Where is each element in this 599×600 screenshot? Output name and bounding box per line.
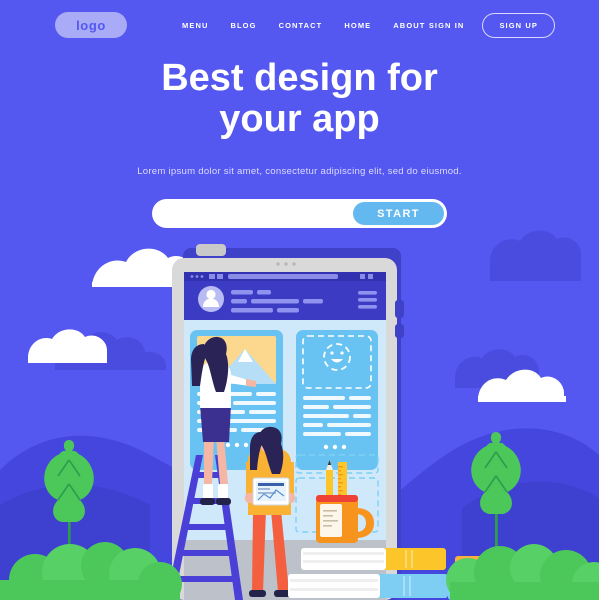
nav-item-menu[interactable]: MENU xyxy=(182,21,208,30)
navbar: logo MENU BLOG CONTACT HOME ABOUT SIGN I… xyxy=(0,0,599,50)
pagination-dot xyxy=(332,444,338,450)
phone-button-upper xyxy=(395,300,404,318)
browser-tab-icon xyxy=(209,274,215,279)
hero-section: Best design for your app Lorem ipsum dol… xyxy=(0,58,599,228)
landing-page: logo MENU BLOG CONTACT HOME ABOUT SIGN I… xyxy=(0,0,599,600)
browser-dot xyxy=(200,275,204,278)
header-text-line xyxy=(231,290,253,295)
phone-speaker-dot xyxy=(276,262,280,266)
bushes-right xyxy=(446,544,599,600)
pagination-dot xyxy=(234,442,240,448)
phone-notch-tab xyxy=(196,244,226,256)
card-text-line xyxy=(349,396,371,400)
card-text-line xyxy=(303,405,329,409)
card-text-line xyxy=(303,423,323,427)
pagination-dot xyxy=(225,442,231,448)
header-text-line xyxy=(303,299,323,304)
nav-item-about[interactable]: ABOUT xyxy=(393,21,425,30)
browser-control-icon xyxy=(360,274,365,279)
sign-in-link[interactable]: SIGN IN xyxy=(429,21,465,30)
nav-links: MENU BLOG CONTACT HOME ABOUT xyxy=(182,21,425,30)
start-button[interactable]: START xyxy=(353,202,444,225)
card-text-line xyxy=(303,414,349,418)
laptop xyxy=(252,477,290,506)
card-text-line xyxy=(303,396,345,400)
phone-button-lower xyxy=(395,324,404,338)
card-text-line xyxy=(353,414,371,418)
nav-item-home[interactable]: HOME xyxy=(344,21,371,30)
header-text-line xyxy=(277,308,299,313)
avatar-head xyxy=(206,289,216,300)
header-text-line xyxy=(231,308,273,313)
card-text-line xyxy=(345,432,371,436)
nav-item-contact[interactable]: CONTACT xyxy=(279,21,323,30)
card-text-line xyxy=(256,392,276,396)
nav-item-blog[interactable]: BLOG xyxy=(230,21,256,30)
hero-title-line-1: Best design for xyxy=(161,57,438,99)
hero-search-bar: START xyxy=(152,199,447,228)
header-text-line xyxy=(231,299,247,304)
page-title: Best design for your app xyxy=(0,58,599,140)
card-text-line xyxy=(233,401,276,405)
pagination-dot xyxy=(323,444,329,450)
card-text-line xyxy=(303,432,341,436)
phone-speaker-dot xyxy=(292,262,296,266)
browser-tab-icon xyxy=(217,274,223,279)
phone-speaker-dot xyxy=(284,262,288,266)
hero-title-line-2: your app xyxy=(219,98,380,140)
browser-dot xyxy=(190,275,194,278)
menu-line xyxy=(358,305,377,309)
menu-line xyxy=(358,291,377,295)
pagination-dot xyxy=(341,444,347,450)
hero-subtitle: Lorem ipsum dolor sit amet, consectetur … xyxy=(137,166,462,177)
browser-dot xyxy=(195,275,199,278)
menu-line xyxy=(358,298,377,302)
smiley-eye xyxy=(340,351,344,355)
mug-rim xyxy=(316,495,358,502)
bushes-left xyxy=(0,542,182,600)
card-text-line xyxy=(333,405,371,409)
header-text-line xyxy=(257,290,271,295)
pagination-dot xyxy=(243,442,249,448)
sign-up-button[interactable]: SIGN UP xyxy=(482,12,555,38)
nav-auth-group: SIGN IN SIGN UP xyxy=(429,12,555,38)
card-text-line xyxy=(227,419,276,423)
smiley-eye xyxy=(330,351,334,355)
logo[interactable]: logo xyxy=(55,12,127,38)
browser-control-icon xyxy=(368,274,373,279)
browser-address-bar xyxy=(228,274,338,279)
card-text-line xyxy=(327,423,371,427)
card-text-line xyxy=(249,410,276,414)
header-text-line xyxy=(251,299,299,304)
